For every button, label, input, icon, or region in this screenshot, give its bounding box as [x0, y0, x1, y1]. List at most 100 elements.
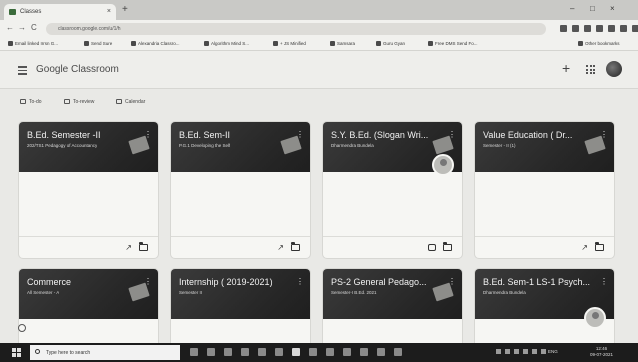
taskbar-app-icon[interactable]: [258, 348, 266, 356]
class-card[interactable]: Internship ( 2019-2021) Semester II ⋮: [170, 268, 311, 348]
browser-tab[interactable]: Classes ×: [4, 4, 116, 20]
taskbar-app-icon[interactable]: [326, 348, 334, 356]
class-title[interactable]: B.Ed. Semester -II: [27, 130, 101, 140]
main-menu-icon[interactable]: [18, 66, 27, 77]
to-review-link[interactable]: To-review: [64, 99, 94, 105]
minimize-button[interactable]: –: [570, 4, 574, 13]
class-options-icon[interactable]: ⋮: [600, 277, 608, 286]
class-title[interactable]: B.Ed. Sem-II: [179, 130, 230, 140]
trending-icon[interactable]: ↗: [125, 243, 132, 252]
taskbar-app-icon[interactable]: [207, 348, 215, 356]
bookmark-item[interactable]: Alexandria Classro...: [131, 41, 180, 46]
class-title[interactable]: B.Ed. Sem-1 LS-1 Psych...: [483, 277, 590, 287]
extension-icon[interactable]: [584, 25, 591, 32]
class-title[interactable]: Commerce: [27, 277, 71, 287]
folder-icon[interactable]: [291, 242, 300, 251]
tray-icon[interactable]: [541, 349, 546, 354]
google-apps-icon[interactable]: [586, 65, 595, 74]
class-card-footer: ↗: [19, 236, 158, 258]
extension-icon[interactable]: [608, 25, 615, 32]
bookmark-item[interactable]: + JS Minified: [273, 41, 306, 46]
tab-title: Classes: [20, 9, 42, 15]
tray-icon[interactable]: [523, 349, 528, 354]
account-avatar[interactable]: [606, 61, 622, 77]
profile-icon[interactable]: [632, 25, 638, 32]
taskbar-clock[interactable]: 12:46 09-07-2021: [590, 346, 613, 358]
tray-icon[interactable]: [514, 349, 519, 354]
taskbar-app-icon[interactable]: [377, 348, 385, 356]
taskbar-app-icon[interactable]: [360, 348, 368, 356]
class-card[interactable]: Commerce All Semester - A ⋮: [18, 268, 159, 348]
calendar-link[interactable]: Calendar: [116, 99, 145, 105]
class-card[interactable]: B.Ed. Semester -II 202/TS1 Pedagogy of A…: [18, 121, 159, 259]
folder-icon[interactable]: [443, 242, 452, 251]
class-title[interactable]: PS-2 General Pedago...: [331, 277, 427, 287]
tray-icon[interactable]: [505, 349, 510, 354]
bookmark-item[interactable]: Samsara: [330, 41, 355, 46]
class-subtitle: Dharmendra Bundela: [331, 143, 374, 148]
taskbar-app-icon[interactable]: [275, 348, 283, 356]
meet-icon[interactable]: [428, 244, 436, 251]
class-card[interactable]: B.Ed. Sem-II P.G.1 Developing the Self ⋮…: [170, 121, 311, 259]
taskbar-app-icon[interactable]: [241, 348, 249, 356]
app-title[interactable]: Google Classroom: [36, 64, 119, 75]
class-card[interactable]: Value Education ( Dr... Semester - II (1…: [474, 121, 615, 259]
class-title[interactable]: Internship ( 2019-2021): [179, 277, 273, 287]
trending-icon[interactable]: ↗: [581, 243, 588, 252]
other-bookmarks[interactable]: Other bookmarks: [578, 41, 620, 46]
extension-icon[interactable]: [620, 25, 627, 32]
extension-icon[interactable]: [560, 25, 567, 32]
extension-icon[interactable]: [596, 25, 603, 32]
tab-close-icon[interactable]: ×: [107, 8, 111, 15]
banner-illustration: [128, 282, 150, 302]
class-card[interactable]: B.Ed. Sem-1 LS-1 Psych... Dharmendra Bun…: [474, 268, 615, 348]
tray-icon[interactable]: [496, 349, 501, 354]
class-card-banner[interactable]: Value Education ( Dr... Semester - II (1…: [475, 122, 614, 172]
bookmark-item[interactable]: Email linked Irrsn G...: [8, 41, 58, 46]
maximize-button[interactable]: □: [590, 4, 595, 13]
close-window-button[interactable]: ×: [610, 4, 615, 13]
task-view-icon[interactable]: [190, 348, 198, 356]
tray-icon[interactable]: [532, 349, 537, 354]
class-card-banner[interactable]: B.Ed. Sem-II P.G.1 Developing the Self ⋮: [171, 122, 310, 172]
class-card-banner[interactable]: Internship ( 2019-2021) Semester II ⋮: [171, 269, 310, 319]
bookmark-item[interactable]: Free DMS Send Fo...: [428, 41, 478, 46]
class-card-banner[interactable]: B.Ed. Semester -II 202/TS1 Pedagogy of A…: [19, 122, 158, 172]
bookmark-item[interactable]: Guru Gyan: [376, 41, 405, 46]
to-review-label: To-review: [73, 99, 95, 105]
url-input[interactable]: classroom.google.com/u/1/h: [46, 23, 546, 35]
todo-link[interactable]: To-do: [20, 99, 42, 105]
class-card-banner[interactable]: PS-2 General Pedago... Semester-I B.Ed. …: [323, 269, 462, 319]
bookmarks-bar: Email linked Irrsn G... Send Sure Alexan…: [0, 38, 638, 51]
chrome-taskbar-icon[interactable]: [292, 348, 300, 356]
taskbar-app-icon[interactable]: [394, 348, 402, 356]
windows-start-icon[interactable]: [12, 348, 21, 357]
class-card-banner[interactable]: Commerce All Semester - A ⋮: [19, 269, 158, 319]
class-options-icon[interactable]: ⋮: [296, 277, 304, 286]
input-language[interactable]: ENG: [548, 349, 558, 354]
extension-icon[interactable]: [572, 25, 579, 32]
banner-illustration: [432, 282, 454, 302]
class-subtitle: P.G.1 Developing the Self: [179, 143, 231, 148]
new-tab-button[interactable]: +: [122, 5, 128, 15]
class-title[interactable]: Value Education ( Dr...: [483, 130, 572, 140]
trending-icon[interactable]: ↗: [277, 243, 284, 252]
taskbar-app-icon[interactable]: [343, 348, 351, 356]
taskbar-app-icon[interactable]: [224, 348, 232, 356]
class-title[interactable]: S.Y. B.Ed. (Slogan Wri...: [331, 130, 428, 140]
forward-button[interactable]: →: [18, 23, 26, 32]
taskbar-search-input[interactable]: Type here to search: [30, 345, 180, 360]
folder-icon[interactable]: [139, 242, 148, 251]
system-tray: [496, 349, 546, 354]
taskbar-app-icon[interactable]: [309, 348, 317, 356]
reload-button[interactable]: C: [31, 23, 37, 32]
back-button[interactable]: ←: [6, 23, 14, 32]
join-create-class-button[interactable]: +: [562, 60, 570, 76]
class-card[interactable]: S.Y. B.Ed. (Slogan Wri... Dharmendra Bun…: [322, 121, 463, 259]
class-card[interactable]: PS-2 General Pedago... Semester-I B.Ed. …: [322, 268, 463, 348]
help-icon[interactable]: [18, 324, 26, 332]
clock-date: 09-07-2021: [590, 352, 614, 357]
bookmark-item[interactable]: Algorithm Mind S...: [204, 41, 249, 46]
folder-icon[interactable]: [595, 242, 604, 251]
bookmark-item[interactable]: Send Sure: [84, 41, 112, 46]
